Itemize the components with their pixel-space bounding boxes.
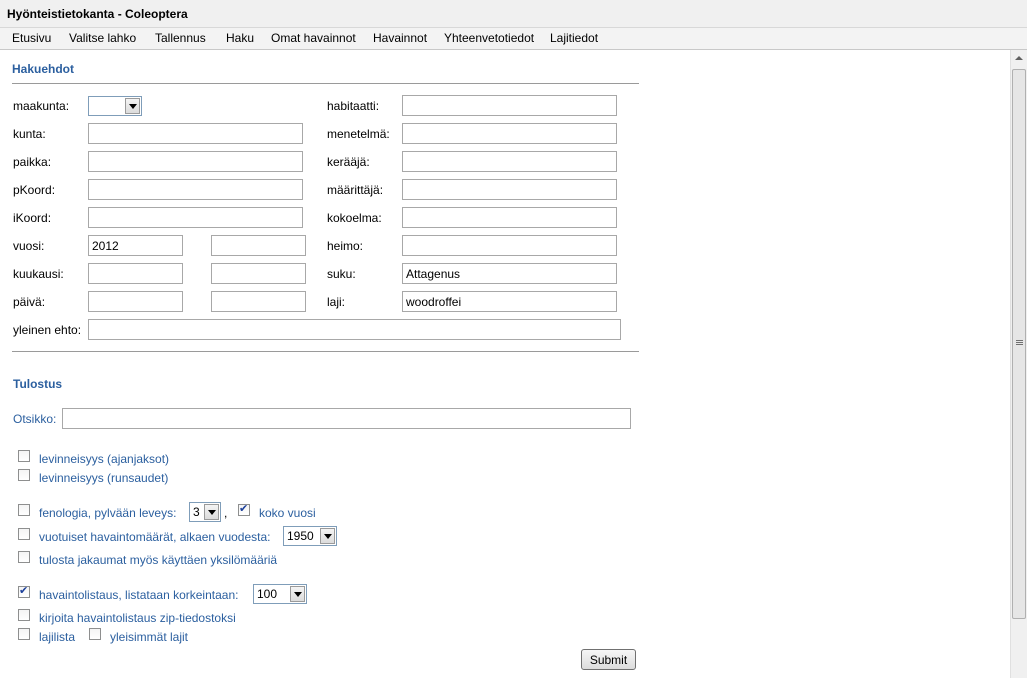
fenologia-comma: ,	[224, 506, 228, 520]
koko-vuosi-label: koko vuosi	[259, 506, 316, 520]
keraaja-input[interactable]	[402, 151, 617, 172]
pylvaan-leveys-value: 3	[193, 505, 200, 519]
yleisimmat-lajit-label: yleisimmät lajit	[110, 630, 189, 644]
menu-item-etusivu[interactable]: Etusivu	[12, 31, 51, 45]
zip-label: kirjoita havaintolistaus zip-tiedostoksi	[39, 611, 236, 625]
tulostus-heading: Tulostus	[13, 377, 63, 391]
otsikko-label: Otsikko:	[13, 412, 57, 426]
havaintolistaus-checkbox[interactable]	[18, 584, 30, 598]
listataan-korkeintaan-select[interactable]: 100	[253, 584, 307, 604]
otsikko-input[interactable]	[62, 408, 631, 429]
divider-middle	[12, 351, 639, 352]
menu-item-yhteenvetotiedot[interactable]: Yhteenvetotiedot	[444, 31, 534, 45]
suku-label: suku:	[327, 267, 356, 281]
grip-icon	[1016, 340, 1023, 341]
paiva-from-input[interactable]	[88, 291, 183, 312]
window-titlebar: Hyönteistietokanta - Coleoptera	[0, 0, 1027, 28]
listataan-korkeintaan-value: 100	[257, 587, 278, 601]
lajilista-checkbox[interactable]	[18, 628, 30, 640]
chevron-down-icon	[125, 98, 140, 114]
fenologia-label: fenologia, pylvään leveys:	[39, 506, 177, 520]
menu-item-haku[interactable]: Haku	[226, 31, 254, 45]
zip-checkbox[interactable]	[18, 609, 30, 621]
maakunta-select[interactable]	[88, 96, 142, 116]
paikka-label: paikka:	[13, 155, 52, 169]
menu-item-lajitiedot[interactable]: Lajitiedot	[550, 31, 598, 45]
kokoelma-input[interactable]	[402, 207, 617, 228]
menetelma-label: menetelmä:	[327, 127, 390, 141]
vuosi-to-input[interactable]	[211, 235, 306, 256]
chevron-down-icon	[204, 504, 219, 520]
ikoord-input[interactable]	[88, 207, 303, 228]
menu-item-havainnot[interactable]: Havainnot	[373, 31, 427, 45]
maakunta-label: maakunta:	[13, 99, 70, 113]
menu-bar: Etusivu Valitse lahko Tallennus Haku Oma…	[0, 28, 1027, 50]
yleisimmat-lajit-checkbox[interactable]	[89, 628, 101, 640]
vertical-scrollbar[interactable]	[1010, 50, 1027, 678]
menu-item-valitse-lahko[interactable]: Valitse lahko	[69, 31, 136, 45]
habitaatti-input[interactable]	[402, 95, 617, 116]
main-content: Hakuehdot maakunta: kunta: paikka: pKoor…	[0, 50, 1010, 678]
scrollbar-thumb[interactable]	[1012, 69, 1026, 619]
menetelma-input[interactable]	[402, 123, 617, 144]
vuosi-from-input[interactable]	[88, 235, 183, 256]
menu-item-tallennus[interactable]: Tallennus	[155, 31, 206, 45]
habitaatti-label: habitaatti:	[327, 99, 380, 113]
submit-button[interactable]: Submit	[581, 649, 636, 670]
vuosi-label: vuosi:	[13, 239, 45, 253]
scroll-up-arrow-icon[interactable]	[1011, 50, 1027, 67]
kuukausi-from-input[interactable]	[88, 263, 183, 284]
pkoord-label: pKoord:	[13, 183, 56, 197]
yksilomaarat-checkbox[interactable]	[18, 551, 30, 563]
kunta-input[interactable]	[88, 123, 303, 144]
paiva-label: päivä:	[13, 295, 46, 309]
chevron-down-icon	[290, 586, 305, 602]
kokoelma-label: kokoelma:	[327, 211, 382, 225]
levinneisyys-ajanjaksot-label: levinneisyys (ajanjaksot)	[39, 452, 170, 466]
alkaen-vuodesta-value: 1950	[287, 529, 314, 543]
maarittaja-input[interactable]	[402, 179, 617, 200]
yleinen-ehto-input[interactable]	[88, 319, 621, 340]
laji-label: laji:	[327, 295, 346, 309]
divider-top	[12, 83, 639, 84]
pkoord-input[interactable]	[88, 179, 303, 200]
levinneisyys-runsaudet-checkbox[interactable]	[18, 469, 30, 481]
heimo-input[interactable]	[402, 235, 617, 256]
paikka-input[interactable]	[88, 151, 303, 172]
suku-input[interactable]	[402, 263, 617, 284]
levinneisyys-runsaudet-label: levinneisyys (runsaudet)	[39, 471, 169, 485]
paiva-to-input[interactable]	[211, 291, 306, 312]
pylvaan-leveys-select[interactable]: 3	[189, 502, 221, 522]
vuotuiset-checkbox[interactable]	[18, 528, 30, 540]
havaintolistaus-label: havaintolistaus, listataan korkeintaan:	[39, 588, 239, 602]
lajilista-label: lajilista	[39, 630, 76, 644]
ikoord-label: iKoord:	[13, 211, 52, 225]
maarittaja-label: määrittäjä:	[327, 183, 384, 197]
levinneisyys-ajanjaksot-checkbox[interactable]	[18, 450, 30, 462]
kunta-label: kunta:	[13, 127, 46, 141]
yksilomaarat-label: tulosta jakaumat myös käyttäen yksilömää…	[39, 553, 278, 567]
menu-item-omat-havainnot[interactable]: Omat havainnot	[271, 31, 356, 45]
hakuehdot-heading: Hakuehdot	[12, 62, 75, 76]
heimo-label: heimo:	[327, 239, 364, 253]
fenologia-checkbox[interactable]	[18, 504, 30, 516]
alkaen-vuodesta-select[interactable]: 1950	[283, 526, 337, 546]
window-title: Hyönteistietokanta - Coleoptera	[7, 7, 188, 21]
koko-vuosi-checkbox[interactable]	[238, 502, 250, 516]
chevron-down-icon	[320, 528, 335, 544]
kuukausi-to-input[interactable]	[211, 263, 306, 284]
kuukausi-label: kuukausi:	[13, 267, 64, 281]
yleinen-ehto-label: yleinen ehto:	[13, 323, 82, 337]
laji-input[interactable]	[402, 291, 617, 312]
keraaja-label: kerääjä:	[327, 155, 370, 169]
vuotuiset-label: vuotuiset havaintomäärät, alkaen vuodest…	[39, 530, 271, 544]
